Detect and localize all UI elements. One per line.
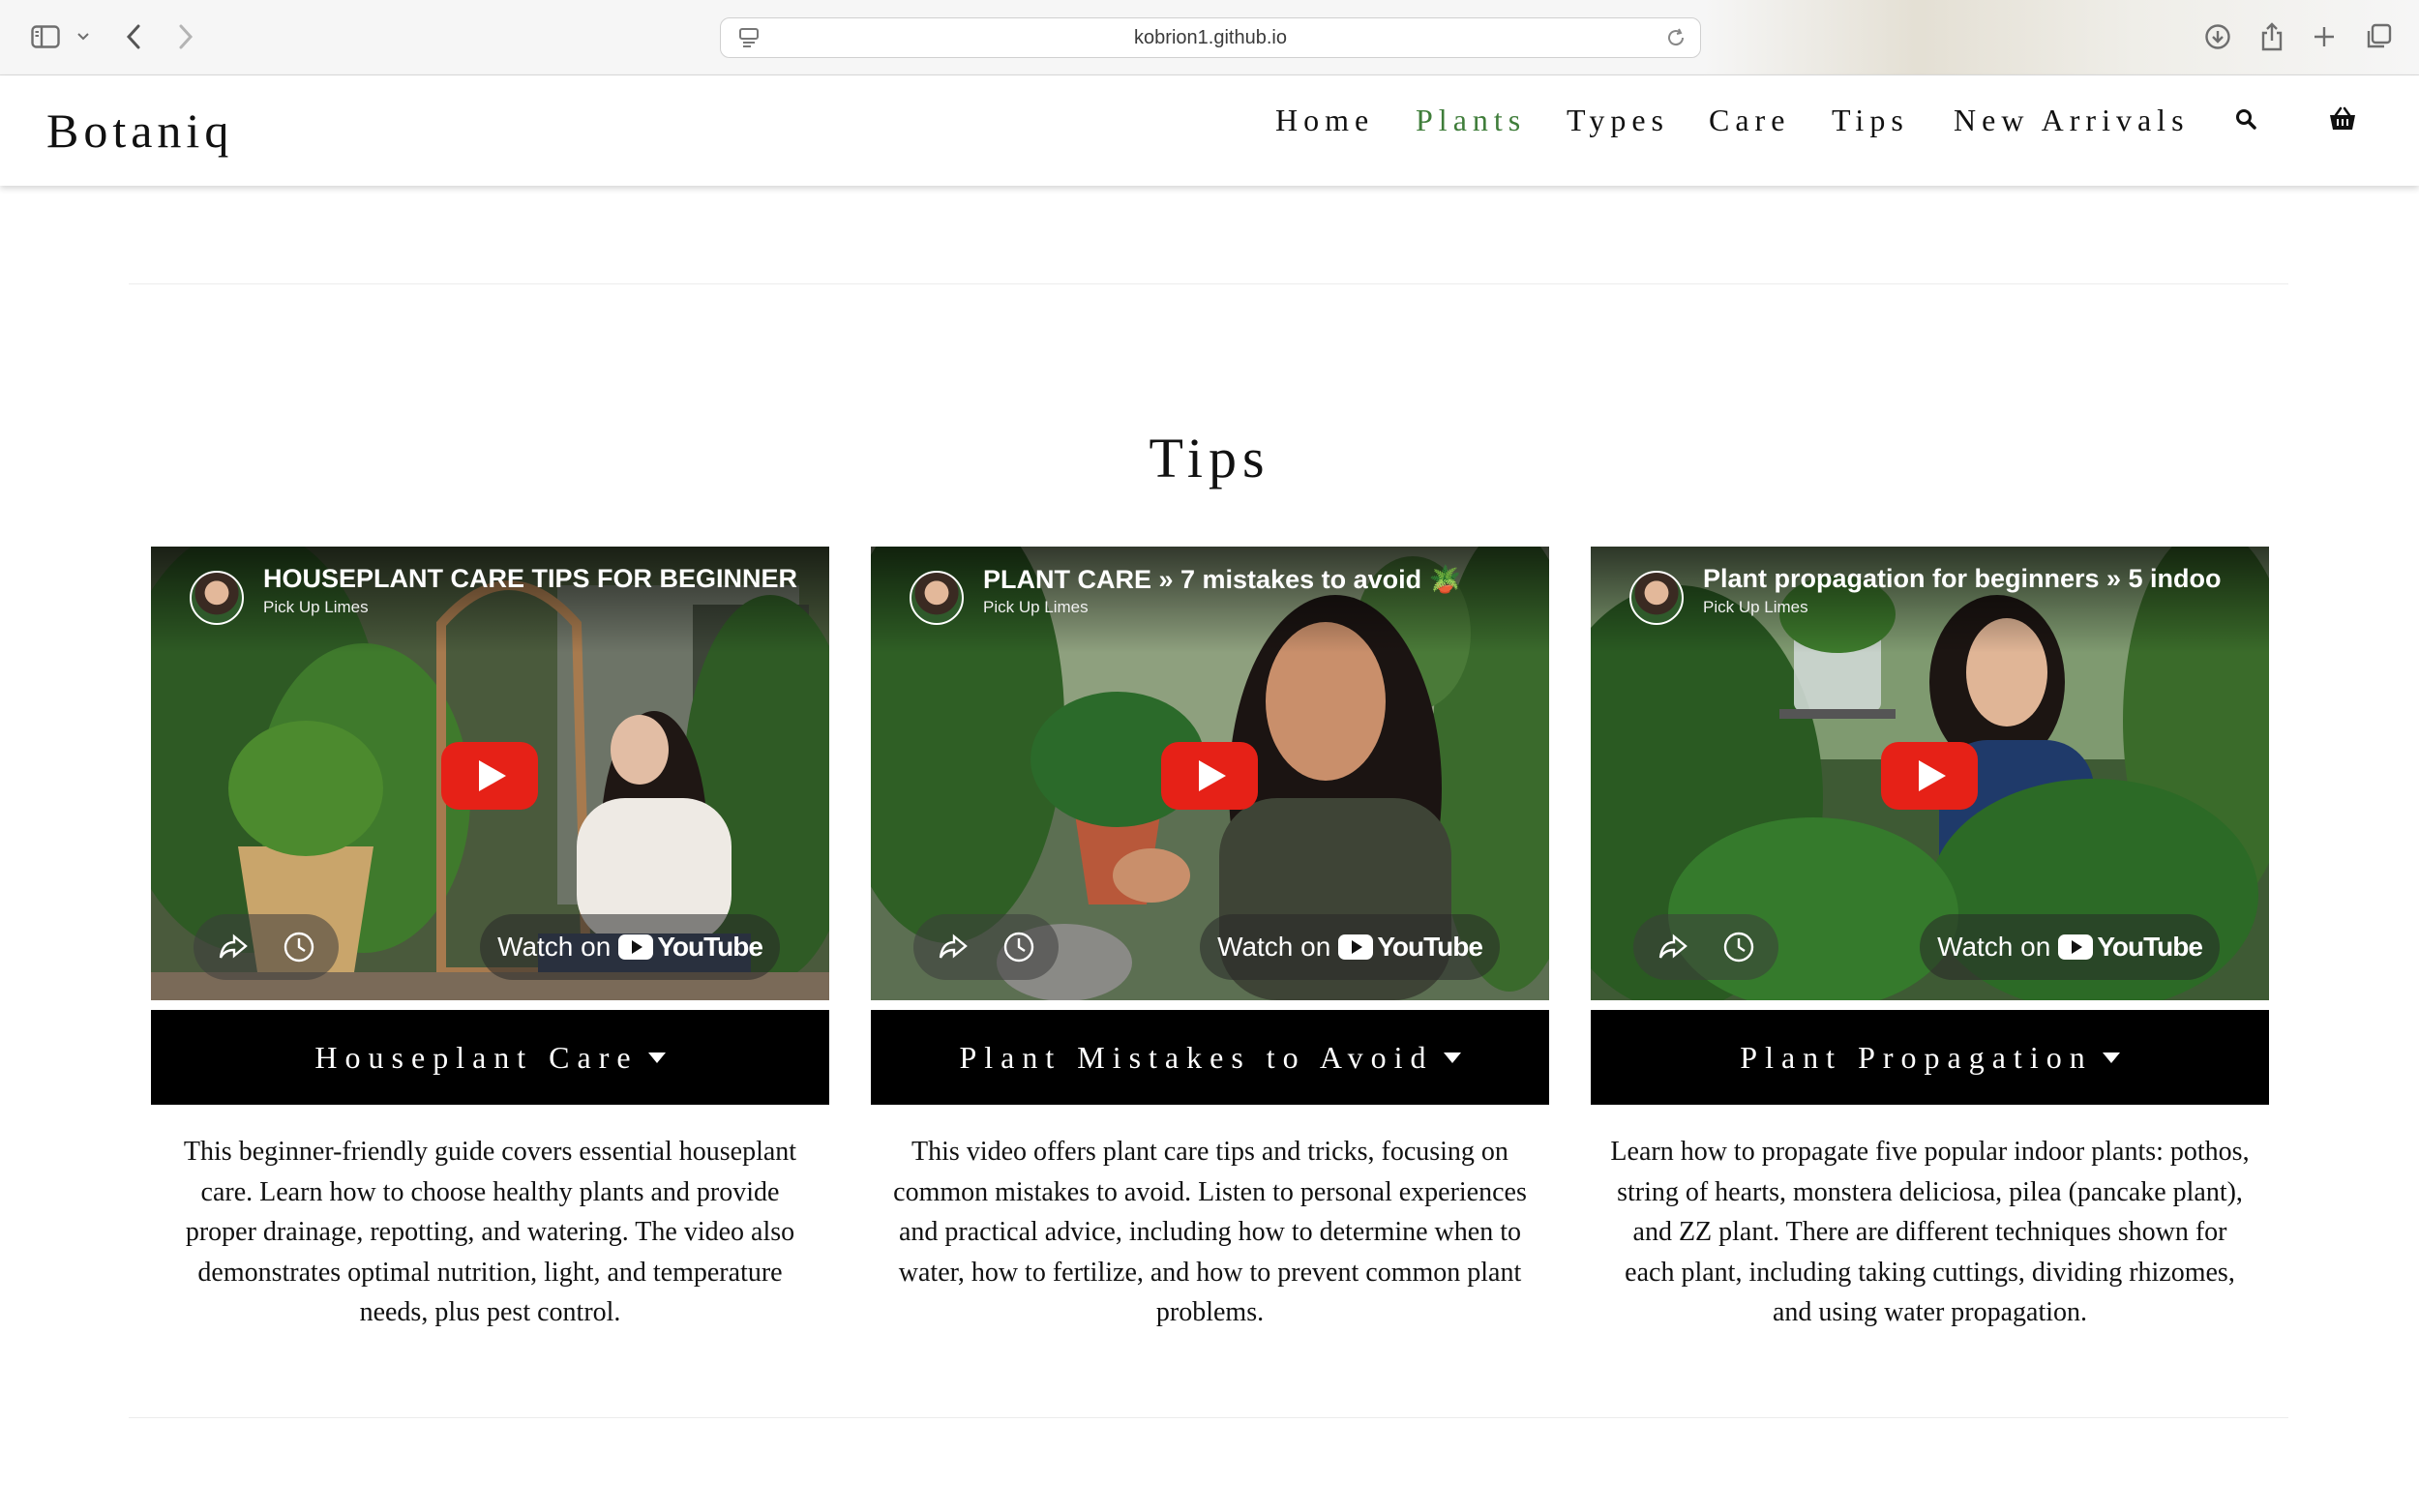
site-logo[interactable]: Botaniq (46, 103, 233, 159)
chevron-down-icon[interactable] (74, 19, 93, 54)
watch-on-youtube-button[interactable]: Watch on YouTube (480, 914, 780, 980)
url-text: kobrion1.github.io (1134, 27, 1287, 48)
play-icon (1199, 760, 1226, 791)
watch-later-icon[interactable] (1722, 931, 1755, 968)
play-icon (479, 760, 506, 791)
sidebar-icon[interactable] (27, 19, 64, 54)
browser-toolbar: kobrion1.github.io (0, 0, 2419, 75)
caret-down-icon (1443, 1052, 1461, 1063)
youtube-icon (2058, 934, 2094, 960)
video-title[interactable]: PLANT CARE » 7 mistakes to avoid 🪴 (983, 564, 1525, 595)
search-icon[interactable] (2235, 108, 2256, 134)
watch-label: Watch on (1937, 932, 2051, 962)
youtube-logo: YouTube (618, 932, 763, 963)
new-tab-icon[interactable] (2307, 19, 2342, 54)
watch-later-icon[interactable] (283, 931, 315, 968)
watch-on-youtube-button[interactable]: Watch on YouTube (1920, 914, 2220, 980)
youtube-label: YouTube (2097, 932, 2203, 962)
tip-description: This beginner-friendly guide covers esse… (183, 1137, 797, 1327)
dropdown-label: Plant Propagation (1740, 1039, 2093, 1075)
video-title[interactable]: Plant propagation for beginners » 5 indo… (1703, 564, 2245, 594)
channel-name[interactable]: Pick Up Limes (983, 598, 1089, 617)
watch-later-icon[interactable] (1002, 931, 1035, 968)
dropdown-label: Houseplant Care (314, 1039, 639, 1075)
video-actions (194, 914, 339, 980)
watch-label: Watch on (497, 932, 612, 962)
download-icon[interactable] (2200, 19, 2235, 54)
forward-icon[interactable] (170, 19, 199, 54)
youtube-logo: YouTube (2058, 932, 2203, 963)
youtube-logo: YouTube (1338, 932, 1483, 963)
channel-name[interactable]: Pick Up Limes (263, 598, 369, 617)
tip-description: This video offers plant care tips and tr… (893, 1137, 1527, 1327)
share-icon[interactable] (2255, 19, 2289, 54)
youtube-icon (1338, 934, 1374, 960)
back-icon[interactable] (120, 19, 149, 54)
reload-icon[interactable] (1665, 27, 1687, 53)
nav-types[interactable]: Types (1567, 103, 1669, 141)
play-button[interactable] (441, 742, 538, 810)
youtube-icon (618, 934, 654, 960)
tabs-overview-icon[interactable] (2361, 19, 2396, 54)
play-icon (1919, 760, 1946, 791)
caret-down-icon (2102, 1052, 2120, 1063)
video-embed-plant-mistakes[interactable]: PLANT CARE » 7 mistakes to avoid 🪴 Pick … (871, 547, 1549, 1000)
channel-avatar[interactable] (190, 571, 244, 625)
video-embed-plant-propagation[interactable]: Plant propagation for beginners » 5 indo… (1591, 547, 2269, 1000)
tip-card-plant-mistakes: PLANT CARE » 7 mistakes to avoid 🪴 Pick … (871, 547, 1549, 1327)
site-header: Botaniq Home Plants Types Care Tips New … (0, 75, 2419, 186)
dropdown-plant-propagation[interactable]: Plant Propagation (1591, 1010, 2269, 1105)
basket-icon[interactable] (2328, 106, 2357, 136)
tip-card-houseplant-care: HOUSEPLANT CARE TIPS FOR BEGINNER Pick U… (151, 547, 829, 1327)
share-arrow-icon[interactable] (217, 931, 250, 968)
top-divider (129, 283, 2288, 284)
section-title: Tips (1149, 427, 1270, 489)
video-embed-houseplant-care[interactable]: HOUSEPLANT CARE TIPS FOR BEGINNER Pick U… (151, 547, 829, 1000)
nav-new-arrivals[interactable]: New Arrivals (1954, 103, 2190, 141)
nav-home[interactable]: Home (1275, 103, 1374, 141)
watch-label: Watch on (1217, 932, 1331, 962)
share-arrow-icon[interactable] (937, 931, 970, 968)
dropdown-label: Plant Mistakes to Avoid (959, 1039, 1434, 1075)
channel-name[interactable]: Pick Up Limes (1703, 598, 1808, 617)
play-button[interactable] (1161, 742, 1258, 810)
caret-down-icon (647, 1052, 666, 1063)
video-actions (913, 914, 1059, 980)
video-title[interactable]: HOUSEPLANT CARE TIPS FOR BEGINNER (263, 564, 805, 594)
dropdown-plant-mistakes[interactable]: Plant Mistakes to Avoid (871, 1010, 1549, 1105)
title-shade (151, 547, 829, 653)
video-actions (1633, 914, 1778, 980)
play-button[interactable] (1881, 742, 1978, 810)
tip-description: Learn how to propagate five popular indo… (1610, 1137, 2250, 1327)
title-shade (1591, 547, 2269, 653)
channel-avatar[interactable] (910, 571, 964, 625)
title-shade (871, 547, 1549, 653)
watch-on-youtube-button[interactable]: Watch on YouTube (1200, 914, 1500, 980)
nav-plants[interactable]: Plants (1416, 103, 1526, 141)
share-arrow-icon[interactable] (1657, 931, 1689, 968)
bottom-divider (129, 1417, 2288, 1418)
tip-card-plant-propagation: Plant propagation for beginners » 5 indo… (1591, 547, 2269, 1327)
nav-tips[interactable]: Tips (1832, 103, 1909, 141)
channel-avatar[interactable] (1629, 571, 1684, 625)
youtube-label: YouTube (657, 932, 763, 962)
address-bar[interactable]: kobrion1.github.io (720, 17, 1701, 58)
youtube-label: YouTube (1377, 932, 1483, 962)
nav-care[interactable]: Care (1709, 103, 1790, 141)
dropdown-houseplant-care[interactable]: Houseplant Care (151, 1010, 829, 1105)
